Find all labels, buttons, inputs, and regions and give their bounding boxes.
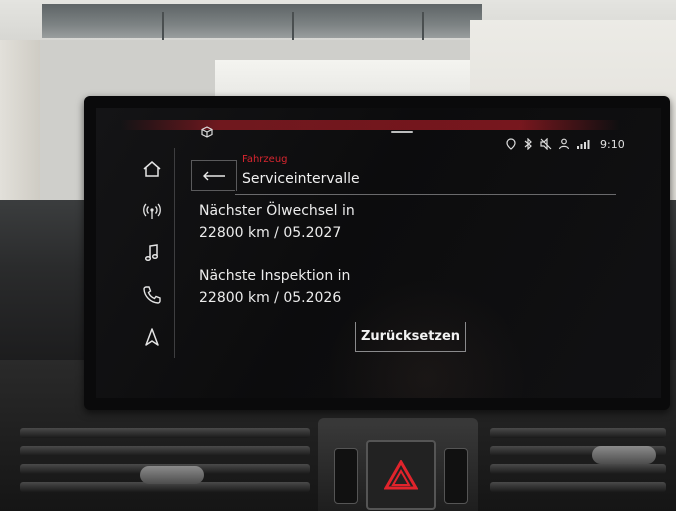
air-vent-slat (490, 428, 666, 438)
inspection-value: 22800 km / 05.2026 (199, 290, 342, 306)
beam-stripe (292, 12, 294, 40)
garage-window (215, 60, 485, 100)
reset-button[interactable]: Zurücksetzen (355, 322, 466, 352)
air-vent-slat (490, 482, 666, 492)
header-divider (191, 190, 235, 191)
ceiling-beam (42, 4, 482, 40)
console-switch[interactable] (334, 448, 358, 504)
phone-icon (143, 286, 161, 304)
signal-icon (576, 138, 590, 153)
sidebar-item-phone[interactable] (130, 274, 174, 316)
navigation-pin-icon (505, 138, 517, 153)
beam-stripe (422, 12, 424, 40)
inspection-label: Nächste Inspektion in (199, 268, 351, 284)
vent-knob[interactable] (592, 446, 656, 464)
vent-knob[interactable] (140, 466, 204, 484)
sidebar-item-home[interactable] (130, 148, 174, 190)
person-icon (558, 138, 570, 153)
oil-change-label: Nächster Ölwechsel in (199, 203, 355, 219)
oil-change-value: 22800 km / 05.2027 (199, 225, 342, 241)
air-vent-slat (20, 446, 310, 456)
screen-red-accent (120, 120, 620, 130)
hazard-button[interactable] (366, 440, 436, 510)
pull-down-handle[interactable] (391, 131, 413, 133)
mute-icon (540, 137, 552, 153)
hazard-triangle-icon (384, 460, 418, 490)
music-note-icon (144, 244, 159, 262)
air-vent-slat (490, 464, 666, 474)
radio-icon (143, 203, 161, 219)
header-divider (235, 194, 616, 195)
breadcrumb[interactable]: Fahrzeug (242, 154, 288, 165)
side-navigation (130, 148, 175, 358)
home-icon (143, 161, 161, 177)
back-button[interactable] (191, 160, 237, 191)
navigation-arrow-icon (145, 328, 159, 346)
beam-stripe (162, 12, 164, 40)
sidebar-item-media[interactable] (130, 232, 174, 274)
garage-wall-left (0, 40, 40, 220)
sidebar-item-radio[interactable] (130, 190, 174, 232)
status-clock: 9:10 (600, 138, 625, 151)
air-vent-slat (20, 428, 310, 438)
back-arrow-icon (203, 171, 225, 181)
bluetooth-icon (523, 137, 533, 153)
sidebar-item-navigation[interactable] (130, 316, 174, 358)
car-cube-icon[interactable] (201, 126, 213, 141)
console-switch[interactable] (444, 448, 468, 504)
page-title: Serviceintervalle (242, 171, 360, 187)
